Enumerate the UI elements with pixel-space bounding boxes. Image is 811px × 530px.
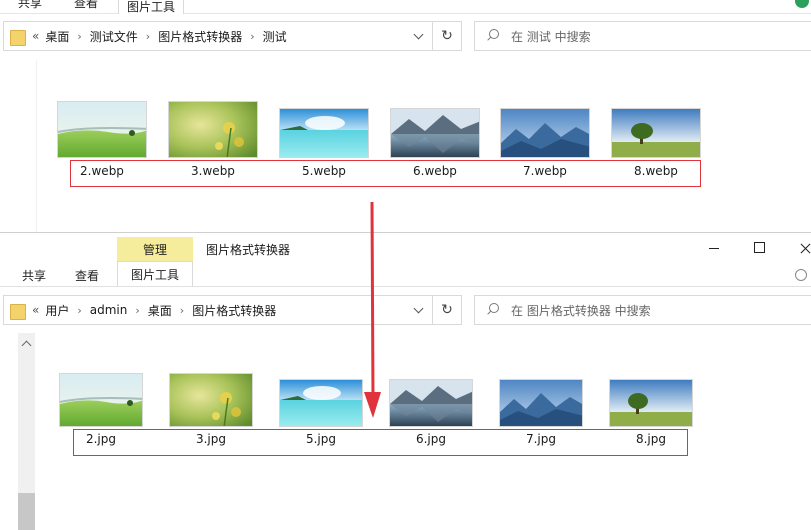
file-thumbnail[interactable]	[609, 379, 693, 427]
top-navigation-bar: « 桌面 › 测试文件 › 图片格式转换器 › 测试 ↻ 在 测试 中搜索	[0, 21, 811, 55]
minimize-icon[interactable]	[702, 239, 726, 257]
chevron-right-icon[interactable]: ›	[77, 30, 81, 43]
file-thumbnail[interactable]	[389, 379, 473, 427]
file-thumbnail[interactable]	[169, 373, 253, 427]
breadcrumb-item[interactable]: admin	[90, 303, 128, 317]
breadcrumb-item[interactable]: 测试文件	[90, 28, 138, 45]
lone-tree-icon	[610, 380, 692, 426]
screenshot-root: 共享 查看 图片工具 « 桌面 › 测试文件 › 图片格式转换器 › 测试 ↻ …	[0, 0, 811, 530]
breadcrumb-item[interactable]: 桌面	[148, 302, 172, 319]
highlight-box	[73, 429, 688, 456]
file-thumbnail[interactable]	[59, 373, 143, 427]
scrollbar-thumb[interactable]	[18, 493, 35, 530]
bottom-breadcrumb: « 用户 › admin › 桌面 › 图片格式转换器	[32, 302, 276, 319]
refresh-icon: ↻	[441, 28, 453, 44]
breadcrumb-overflow[interactable]: «	[32, 303, 39, 317]
tab-share[interactable]: 共享	[18, 0, 42, 11]
tab-manage[interactable]: 管理	[117, 237, 193, 261]
breadcrumb-item[interactable]: 用户	[45, 302, 69, 319]
file-thumbnail[interactable]	[500, 108, 590, 158]
close-icon[interactable]	[794, 239, 811, 257]
tab-share[interactable]: 共享	[22, 267, 46, 284]
breadcrumb-item[interactable]: 图片格式转换器	[192, 302, 276, 319]
tab-view[interactable]: 查看	[75, 267, 99, 284]
tab-picture-tools[interactable]: 图片工具	[118, 0, 185, 14]
bottom-explorer-window: 管理 图片格式转换器 共享 查看 图片工具 « 用户 › admin › 桌面 …	[0, 232, 811, 530]
ribbon-divider	[0, 286, 811, 287]
highlight-box	[70, 160, 701, 187]
bottom-navigation-bar: « 用户 › admin › 桌面 › 图片格式转换器 ↻ 在 图片格式转换器 …	[0, 295, 811, 329]
chevron-right-icon[interactable]: ›	[135, 304, 139, 317]
top-address-bar[interactable]: « 桌面 › 测试文件 › 图片格式转换器 › 测试	[3, 21, 433, 51]
help-icon[interactable]	[795, 0, 809, 8]
arrow-down-icon	[364, 202, 381, 418]
tropical-sea-icon	[280, 380, 362, 426]
chevron-right-icon[interactable]: ›	[250, 30, 254, 43]
chevron-down-icon[interactable]	[414, 305, 424, 315]
search-placeholder: 在 图片格式转换器 中搜索	[511, 303, 651, 318]
chevron-right-icon[interactable]: ›	[180, 304, 184, 317]
blue-mountains-icon	[501, 109, 589, 157]
file-thumbnail[interactable]	[57, 101, 147, 158]
file-thumbnail[interactable]	[611, 108, 701, 158]
tab-picture-tools[interactable]: 图片工具	[117, 261, 193, 287]
file-thumbnail[interactable]	[390, 108, 480, 158]
breadcrumb-overflow[interactable]: «	[32, 29, 39, 43]
search-icon	[485, 302, 501, 318]
breadcrumb-item[interactable]: 图片格式转换器	[158, 28, 242, 45]
help-icon[interactable]	[795, 269, 807, 281]
top-ribbon: 共享 查看 图片工具	[0, 0, 811, 14]
file-thumbnail[interactable]	[279, 108, 369, 158]
tropical-sea-icon	[280, 109, 368, 157]
green-field-icon	[58, 102, 146, 157]
nav-pane-scrollbar[interactable]	[18, 333, 35, 530]
chevron-right-icon[interactable]: ›	[146, 30, 150, 43]
blue-mountains-icon	[500, 380, 582, 426]
mountain-lake-icon	[390, 380, 472, 426]
yellow-flowers-icon	[169, 102, 257, 157]
chevron-down-icon[interactable]	[414, 31, 424, 41]
bottom-search-input[interactable]: 在 图片格式转换器 中搜索	[474, 295, 811, 325]
file-thumbnail[interactable]	[499, 379, 583, 427]
refresh-icon: ↻	[441, 302, 453, 318]
file-thumbnail[interactable]	[168, 101, 258, 158]
yellow-flowers-icon	[170, 374, 252, 426]
window-title: 图片格式转换器	[206, 243, 291, 257]
chevron-up-icon[interactable]	[22, 339, 30, 347]
green-field-icon	[60, 374, 142, 426]
search-icon	[485, 28, 501, 44]
top-search-input[interactable]: 在 测试 中搜索	[474, 21, 811, 51]
folder-icon	[10, 28, 26, 46]
maximize-icon[interactable]	[747, 239, 771, 257]
search-placeholder: 在 测试 中搜索	[511, 29, 591, 44]
top-breadcrumb: « 桌面 › 测试文件 › 图片格式转换器 › 测试	[32, 28, 287, 45]
nav-pane-edge	[36, 60, 37, 232]
file-thumbnail[interactable]	[279, 379, 363, 427]
refresh-button[interactable]: ↻	[432, 21, 462, 51]
mountain-lake-icon	[391, 109, 479, 157]
breadcrumb-item[interactable]: 桌面	[45, 28, 69, 45]
tab-view[interactable]: 查看	[74, 0, 98, 11]
lone-tree-icon	[612, 109, 700, 157]
chevron-right-icon[interactable]: ›	[77, 304, 81, 317]
top-explorer-window: 共享 查看 图片工具 « 桌面 › 测试文件 › 图片格式转换器 › 测试 ↻ …	[0, 0, 811, 232]
breadcrumb-item[interactable]: 测试	[263, 28, 287, 45]
refresh-button[interactable]: ↻	[432, 295, 462, 325]
folder-icon	[10, 302, 26, 320]
